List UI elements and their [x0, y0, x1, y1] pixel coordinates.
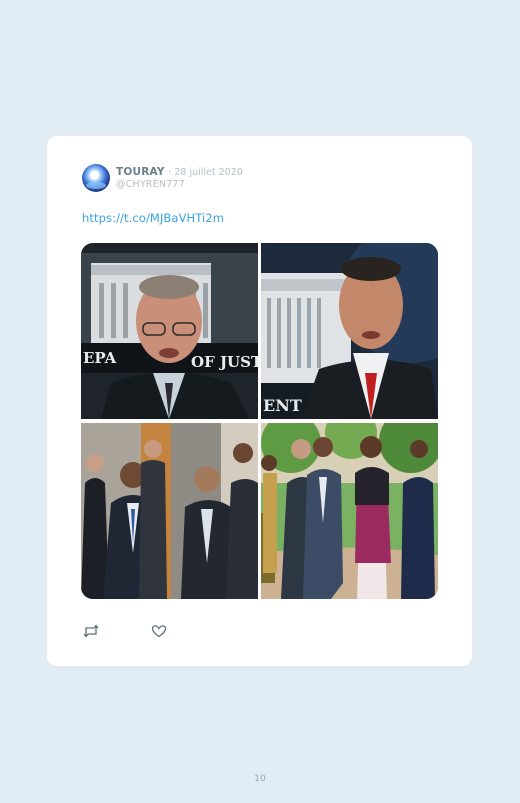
photo-4[interactable] — [261, 423, 438, 599]
tweet-date[interactable]: 28 juillet 2020 — [174, 167, 242, 178]
avatar[interactable] — [82, 164, 110, 192]
author-handle[interactable]: @CHYREN777 — [116, 179, 185, 190]
svg-text:EPA: EPA — [83, 349, 117, 367]
retweet-icon[interactable] — [83, 623, 99, 638]
photo-3[interactable] — [81, 423, 258, 599]
photo-2[interactable]: ENT OF — [261, 243, 438, 419]
media-grid: EPA OF JUST ENT OF — [81, 243, 438, 599]
tweet-card: TOURAY · 28 juillet 2020 @CHYREN777 http… — [47, 136, 472, 666]
heart-icon[interactable] — [151, 623, 167, 638]
svg-text:OF JUST: OF JUST — [191, 353, 258, 371]
page-number: 10 — [254, 774, 266, 784]
author-line: TOURAY · 28 juillet 2020 — [116, 166, 243, 179]
photo-1[interactable]: EPA OF JUST — [81, 243, 258, 419]
tweet-link[interactable]: https://t.co/MJBaVHTi2m — [82, 211, 224, 225]
author-name[interactable]: TOURAY — [116, 166, 165, 178]
tweet-separator: · — [167, 167, 171, 178]
